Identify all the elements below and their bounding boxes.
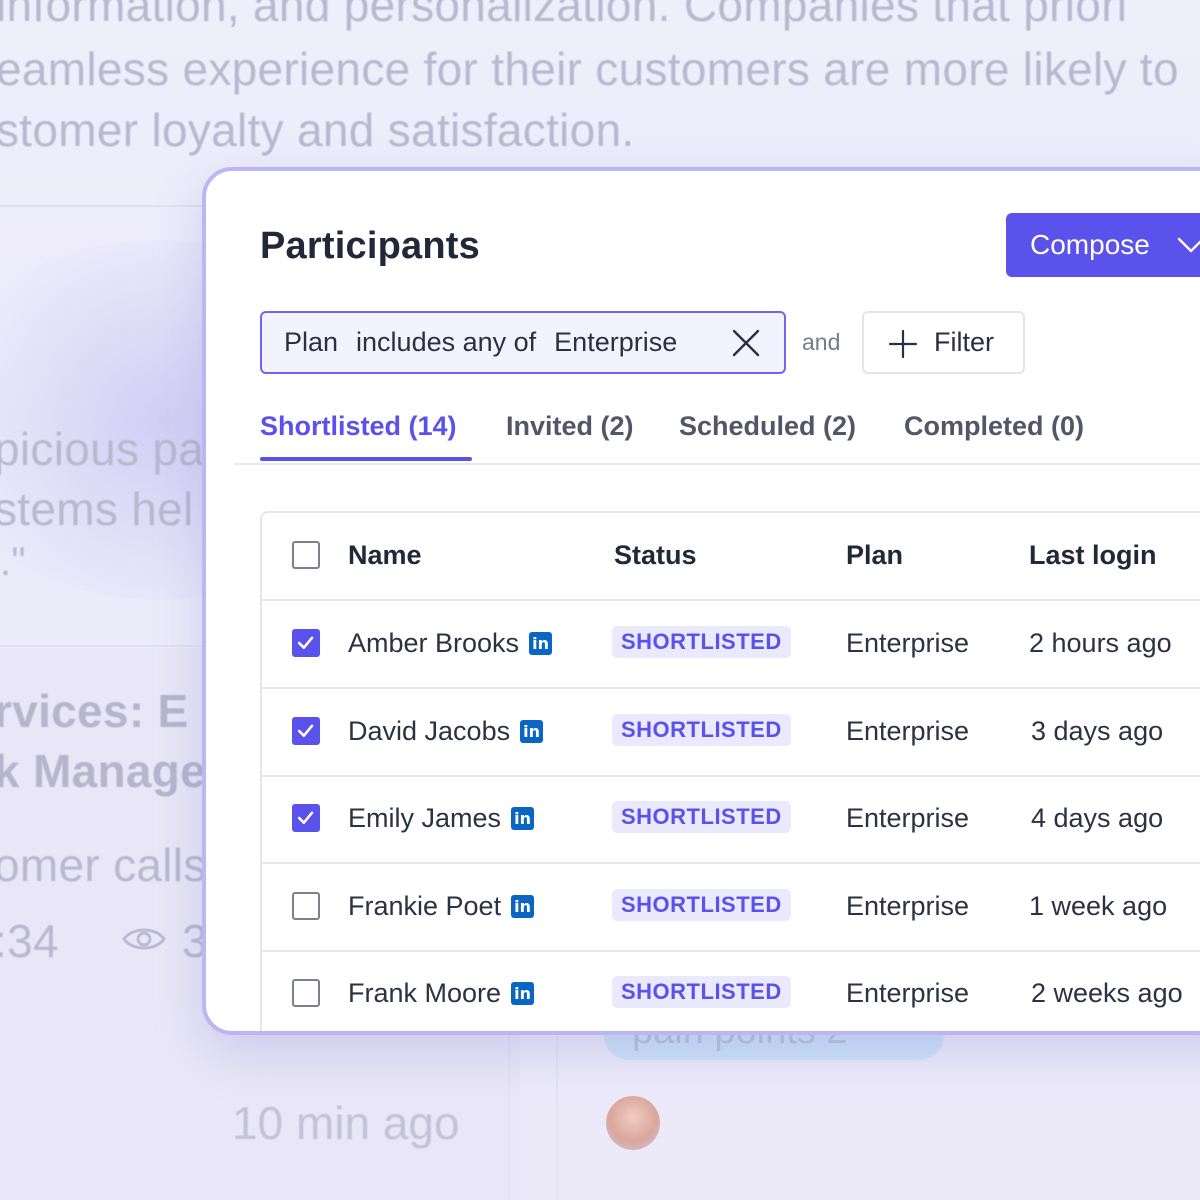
active-filter-pill[interactable]: Plan includes any of Enterprise xyxy=(260,311,786,374)
add-filter-button[interactable]: Filter xyxy=(862,311,1025,374)
linkedin-icon[interactable]: in xyxy=(511,807,535,830)
plus-icon xyxy=(888,329,918,359)
table-row[interactable]: David Jacobs in SHORTLISTED Enterprise 3 day… xyxy=(262,688,1200,777)
filter-operator: includes any of xyxy=(356,327,537,357)
background-text-line: stomer loyalty and satisfaction. xyxy=(0,104,635,156)
plan-cell: Enterprise xyxy=(846,715,970,746)
filter-conjunction: and xyxy=(802,329,841,355)
background-duration: :34 xyxy=(0,915,59,967)
status-tabs: Shortlisted (14) Invited (2) Scheduled (… xyxy=(206,401,1200,465)
background-divider xyxy=(508,1020,510,1200)
check-icon xyxy=(297,724,314,737)
background-text-line: picious pa xyxy=(0,423,205,475)
linkedin-icon[interactable]: in xyxy=(511,982,535,1005)
participants-table: Name Status Plan Last login Amber Brooks… xyxy=(260,511,1200,1031)
column-header-status[interactable]: Status xyxy=(614,540,697,571)
page-title: Participants xyxy=(260,225,480,267)
plan-cell: Enterprise xyxy=(846,978,970,1008)
row-checkbox[interactable] xyxy=(292,716,320,745)
row-checkbox[interactable] xyxy=(292,629,320,657)
participant-name-cell: Amber Brooks in xyxy=(348,628,553,659)
linkedin-icon[interactable]: in xyxy=(511,894,535,918)
participant-name-cell: Frank Moore in xyxy=(348,978,535,1009)
linkedin-glyph: in xyxy=(514,809,531,828)
background-text-line: information, and personalization. Compan… xyxy=(0,0,1128,31)
filter-field: Plan xyxy=(284,327,339,357)
row-checkbox[interactable] xyxy=(292,804,320,832)
participant-name-cell: Frankie Poet in xyxy=(348,891,535,922)
last-login-cell: 2 hours ago xyxy=(1029,628,1172,658)
compose-button[interactable]: Compose xyxy=(1006,213,1200,277)
background-text-line: stems hel xyxy=(0,483,194,535)
linkedin-glyph: in xyxy=(532,634,549,653)
row-checkbox[interactable] xyxy=(292,891,320,920)
tab-shortlisted[interactable]: Shortlisted (14) xyxy=(260,411,457,442)
linkedin-icon[interactable]: in xyxy=(529,632,553,655)
column-header-plan[interactable]: Plan xyxy=(846,540,903,571)
background-heading-line: k Manage xyxy=(0,745,207,797)
chevron-down-icon xyxy=(1177,237,1200,253)
participant-name[interactable]: Emily James xyxy=(348,803,501,834)
active-tab-indicator xyxy=(260,457,472,461)
table-header: Name Status Plan Last login xyxy=(262,513,1200,601)
last-login-cell: 1 week ago xyxy=(1029,890,1168,921)
participant-name[interactable]: David Jacobs xyxy=(348,716,510,747)
participant-name[interactable]: Frankie Poet xyxy=(348,891,501,922)
participants-panel: Participants Compose Plan includes any o… xyxy=(202,167,1200,1035)
background-text-line: ." xyxy=(0,540,26,584)
table-row[interactable]: Frank Moore in SHORTLISTED Enterprise 2 week… xyxy=(262,950,1200,1031)
check-icon xyxy=(297,811,314,824)
column-header-last-login[interactable]: Last login xyxy=(1029,540,1157,571)
plan-cell: Enterprise xyxy=(846,890,970,921)
eye-icon xyxy=(122,928,166,950)
last-login-cell: 2 weeks ago xyxy=(1031,978,1183,1008)
background-text-line: omer calls xyxy=(0,839,207,891)
check-icon xyxy=(297,636,314,649)
participant-name-cell: Emily James in xyxy=(348,803,535,834)
close-icon[interactable] xyxy=(730,327,762,359)
tabs-divider xyxy=(234,463,1200,465)
background-divider xyxy=(556,1020,558,1200)
status-badge: SHORTLISTED xyxy=(612,888,791,921)
add-filter-label: Filter xyxy=(934,327,994,357)
avatar xyxy=(606,1096,660,1150)
plan-cell: Enterprise xyxy=(846,803,970,833)
tab-scheduled[interactable]: Scheduled (2) xyxy=(679,411,856,442)
table-row[interactable]: Emily James in SHORTLISTED Enterprise 4 days… xyxy=(262,775,1200,864)
status-badge: SHORTLISTED xyxy=(612,976,791,1008)
status-badge: SHORTLISTED xyxy=(612,713,791,746)
select-all-checkbox[interactable] xyxy=(292,541,320,569)
tab-completed[interactable]: Completed (0) xyxy=(904,411,1084,442)
background-timestamp: 10 min ago xyxy=(232,1097,460,1149)
status-badge: SHORTLISTED xyxy=(612,801,791,833)
last-login-cell: 4 days ago xyxy=(1031,803,1164,833)
compose-button-label: Compose xyxy=(1030,229,1150,260)
table-row[interactable]: Amber Brooks in SHORTLISTED Enterprise 2 hou… xyxy=(262,600,1200,689)
row-checkbox[interactable] xyxy=(292,979,320,1007)
participant-name-cell: David Jacobs in xyxy=(348,716,544,747)
participant-name[interactable]: Frank Moore xyxy=(348,978,501,1009)
background-text-line: eamless experience for their customers a… xyxy=(0,43,1179,95)
linkedin-glyph: in xyxy=(514,896,532,916)
status-badge: SHORTLISTED xyxy=(612,626,791,658)
plan-cell: Enterprise xyxy=(846,628,970,658)
filter-value: Enterprise xyxy=(554,327,678,357)
last-login-cell: 3 days ago xyxy=(1031,715,1164,746)
linkedin-glyph: in xyxy=(514,984,531,1003)
participant-name[interactable]: Amber Brooks xyxy=(348,628,519,659)
background-heading-line: rvices: E xyxy=(0,685,189,737)
linkedin-glyph: in xyxy=(523,721,541,741)
linkedin-icon[interactable]: in xyxy=(520,719,544,743)
column-header-name[interactable]: Name xyxy=(348,540,422,571)
tab-invited[interactable]: Invited (2) xyxy=(506,411,634,442)
table-row[interactable]: Frankie Poet in SHORTLISTED Enterprise 1 wee… xyxy=(262,863,1200,952)
